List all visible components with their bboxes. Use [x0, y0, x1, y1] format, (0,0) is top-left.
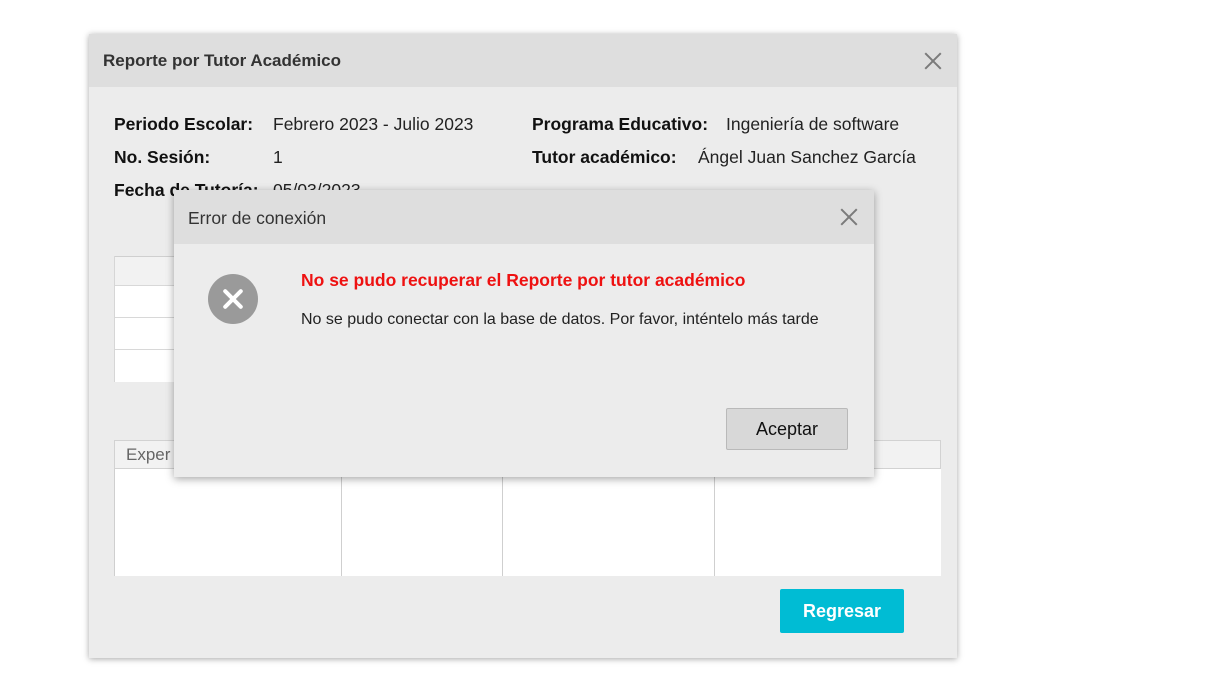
error-message: No se pudo conectar con la base de datos…	[301, 311, 819, 328]
tutor-value: Ángel Juan Sanchez García	[698, 147, 916, 167]
dialog-title: Error de conexión	[188, 208, 327, 228]
table2-col-divider	[114, 469, 115, 576]
programa-label: Programa Educativo:	[532, 114, 709, 134]
window-title: Reporte por Tutor Académico	[103, 51, 342, 70]
table2-col-divider	[714, 469, 715, 576]
aceptar-button[interactable]: Aceptar	[726, 408, 848, 450]
dialog-titlebar: Error de conexión	[174, 190, 874, 244]
table2-col-divider	[341, 469, 342, 576]
regresar-button[interactable]: Regresar	[780, 589, 904, 633]
sesion-value: 1	[273, 147, 283, 167]
periodo-label: Periodo Escolar:	[114, 114, 254, 134]
close-icon[interactable]	[924, 52, 942, 70]
table2-header-label: Exper	[126, 445, 171, 464]
tutor-label: Tutor académico:	[532, 147, 677, 167]
window-titlebar: Reporte por Tutor Académico	[89, 34, 957, 87]
close-icon[interactable]	[840, 208, 858, 226]
table2-body	[114, 469, 941, 576]
error-title: No se pudo recuperar el Reporte por tuto…	[301, 270, 746, 290]
error-dialog: Error de conexión No se pudo recuperar e…	[174, 190, 874, 477]
error-circle-icon	[208, 274, 258, 324]
table2-col-divider	[502, 469, 503, 576]
periodo-value: Febrero 2023 - Julio 2023	[273, 114, 474, 134]
programa-value: Ingeniería de software	[726, 114, 900, 134]
sesion-label: No. Sesión:	[114, 147, 211, 167]
